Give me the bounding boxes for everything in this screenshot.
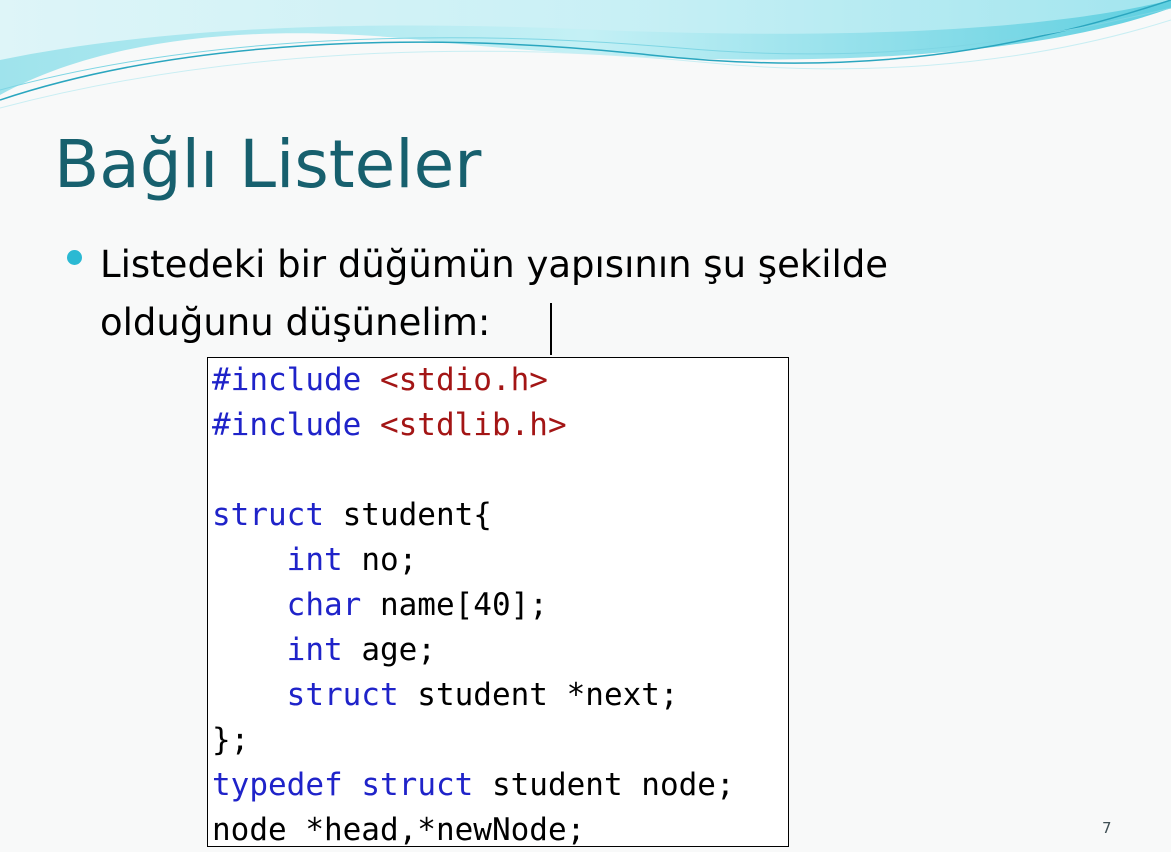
code-snippet-box: #include <stdio.h> #include <stdlib.h> s…: [207, 357, 789, 847]
bullet-dot-icon: [67, 250, 82, 265]
code-line-10: typedef struct student node;: [212, 763, 735, 808]
header-name: <stdlib.h>: [379, 407, 567, 443]
keyword: int: [286, 632, 343, 668]
code-text: student{: [323, 497, 492, 533]
code-line-9: };: [212, 718, 249, 763]
keyword: int: [286, 542, 343, 578]
code-line-4: struct student{: [212, 493, 492, 538]
code-line-7: int age;: [212, 628, 436, 673]
keyword: char: [286, 587, 362, 623]
code-line-11: node *head,*newNode;: [212, 808, 586, 847]
code-text: student *next;: [398, 677, 679, 713]
code-line-1: #include <stdio.h>: [212, 358, 548, 403]
code-line-6: char name[40];: [212, 583, 548, 628]
header-name: <stdio.h>: [379, 362, 548, 398]
code-text: age;: [342, 632, 436, 668]
code-line-5: int no;: [212, 538, 418, 583]
page-number: 7: [1102, 819, 1112, 837]
slide-title: Bağlı Listeler: [54, 126, 482, 203]
bullet-text-line-2: olduğunu düşünelim:: [100, 301, 491, 344]
preprocessor-directive: #include: [212, 362, 362, 398]
keyword: typedef: [212, 767, 343, 803]
code-line-2: #include <stdlib.h>: [212, 403, 567, 448]
bullet-text-line-1: Listedeki bir düğümün yapısının şu şekil…: [100, 243, 889, 286]
bullet-text: Listedeki bir düğümün yapısının şu şekil…: [100, 236, 888, 352]
preprocessor-directive: #include: [212, 407, 362, 443]
slide: Bağlı Listeler Listedeki bir düğümün yap…: [0, 0, 1171, 852]
code-text: name[40];: [361, 587, 548, 623]
code-line-8: struct student *next;: [212, 673, 679, 718]
decorative-wave-header: [0, 0, 1171, 109]
keyword: struct: [286, 677, 399, 713]
keyword: struct: [212, 497, 324, 533]
text-cursor: [550, 303, 552, 355]
code-text: student node;: [473, 767, 735, 803]
keyword: struct: [361, 767, 474, 803]
code-text: no;: [342, 542, 418, 578]
code-text: node *head,*newNode;: [212, 812, 586, 847]
code-text: };: [212, 722, 250, 758]
